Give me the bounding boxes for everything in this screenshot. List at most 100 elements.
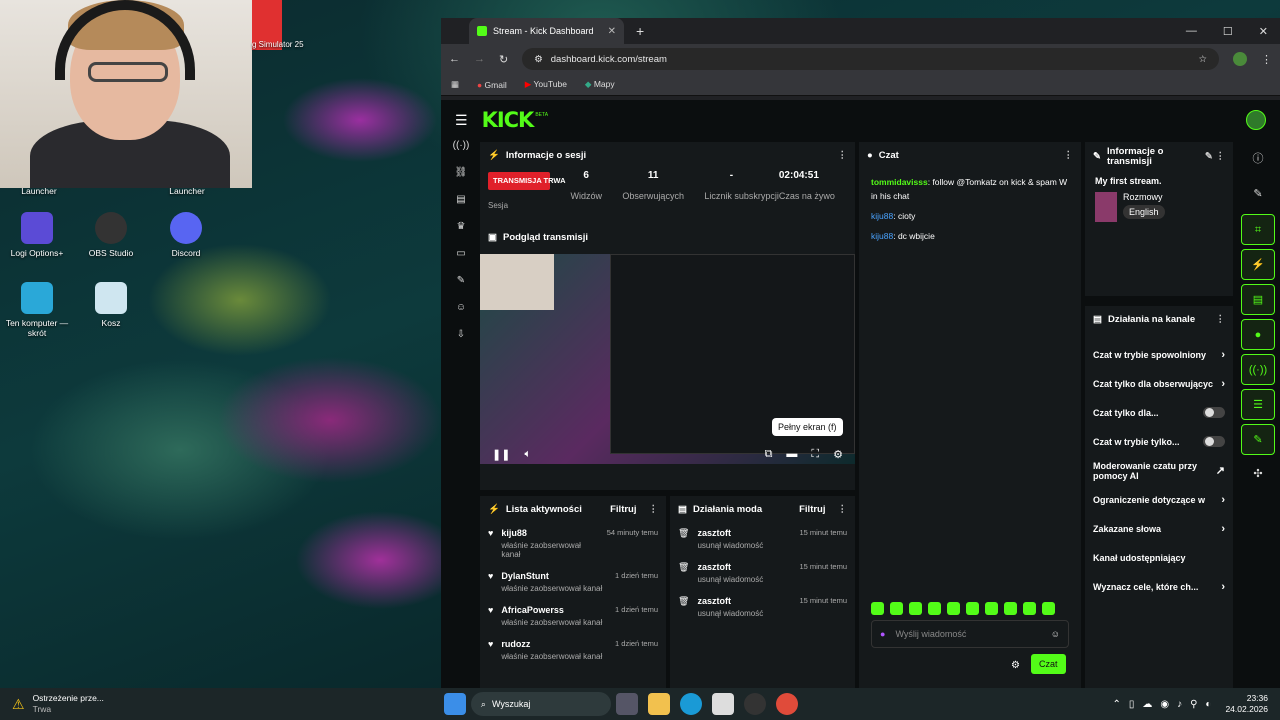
chat-menu-icon[interactable]: ⋮ — [1064, 150, 1074, 161]
link-icon[interactable]: ⛓ — [449, 167, 473, 194]
menu-icon[interactable]: ⋮ — [1261, 53, 1272, 66]
desktop-icon-computer[interactable]: Ten komputer — skrót — [0, 282, 76, 338]
emote-only-toggle[interactable] — [1203, 436, 1225, 447]
emote-icon[interactable] — [871, 602, 884, 615]
video-icon[interactable]: ▭ — [449, 248, 473, 275]
users-icon[interactable]: ☺ — [449, 302, 473, 329]
start-button[interactable] — [443, 693, 466, 715]
chrome-icon[interactable] — [775, 693, 798, 715]
trophy-icon[interactable]: ♛ — [449, 221, 473, 248]
bookmark-star-icon[interactable]: ☆ — [1198, 54, 1207, 65]
action-restriction[interactable]: Ograniczenie dotyczące w › — [1085, 485, 1233, 514]
apps-grid-icon[interactable]: ✣ — [1241, 459, 1275, 490]
action-hosting[interactable]: Kanał udostępniający — [1085, 543, 1233, 572]
bookmark-youtube[interactable]: ▶ YouTube — [525, 79, 567, 90]
emote-icon[interactable] — [985, 602, 998, 615]
explorer-icon[interactable] — [647, 693, 670, 715]
action-subs-only[interactable]: Czat tylko dla... — [1085, 398, 1233, 427]
volume-icon[interactable]: 🔈︎ — [524, 448, 531, 461]
chat-icon: ● — [867, 149, 873, 161]
pause-icon[interactable]: ❚❚ — [492, 448, 510, 461]
forward-icon[interactable]: → — [474, 53, 485, 65]
pip-icon[interactable]: ⧉ — [765, 448, 773, 461]
activity-filter-button[interactable]: Filtruj — [610, 504, 636, 515]
hamburger-menu-icon[interactable]: ☰ — [455, 112, 468, 129]
user-avatar[interactable] — [1246, 110, 1266, 130]
activity-menu-icon[interactable]: ⋮ — [649, 504, 659, 515]
scan-icon[interactable]: ⌗ — [1241, 214, 1275, 245]
wrench-icon[interactable]: ✎ — [1241, 424, 1275, 455]
stream-icon[interactable]: ((·)) — [449, 140, 473, 167]
maximize-button[interactable]: ☐ — [1223, 25, 1233, 38]
clip-icon[interactable]: ▬ — [786, 448, 797, 460]
desktop-icon-launcher-2[interactable]: Launcher — [148, 186, 226, 196]
action-goals[interactable]: Wyznacz cele, które ch... › — [1085, 572, 1233, 601]
action-banned-words[interactable]: Zakazane słowa › — [1085, 514, 1233, 543]
mic-icon[interactable]: ● — [880, 629, 885, 639]
minimize-button[interactable]: — — [1186, 25, 1197, 38]
taskbar-search[interactable]: ⌕ Wyszukaj — [470, 692, 611, 716]
session-menu-icon[interactable]: ⋮ — [838, 150, 848, 161]
obs-taskbar-icon[interactable] — [743, 693, 766, 715]
new-tab-button[interactable]: + — [636, 23, 644, 39]
action-slow-mode[interactable]: Czat w trybie spowolniony › — [1085, 340, 1233, 369]
reload-icon[interactable]: ↻ — [499, 53, 508, 66]
desktop-icon-recycle-bin[interactable]: Kosz — [72, 282, 150, 328]
list-icon[interactable]: ☰ — [1241, 389, 1275, 420]
close-window-button[interactable]: ✕ — [1259, 25, 1268, 38]
action-emote-only[interactable]: Czat w trybie tylko... — [1085, 427, 1233, 456]
stats-icon[interactable]: ▤ — [449, 194, 473, 221]
export-icon[interactable]: ⇩ — [449, 329, 473, 356]
chat-input[interactable]: ● Wyślij wiadomość ☺ — [871, 620, 1069, 648]
emote-icon[interactable] — [1042, 602, 1055, 615]
emote-icon[interactable] — [909, 602, 922, 615]
lightning-icon[interactable]: ⚡ — [1241, 249, 1275, 280]
edge-icon[interactable] — [679, 693, 702, 715]
chat-bubble-icon[interactable]: ● — [1241, 319, 1275, 350]
subs-only-toggle[interactable] — [1203, 407, 1225, 418]
store-icon[interactable] — [711, 693, 734, 715]
emoji-icon[interactable]: ☺ — [1051, 629, 1060, 639]
address-bar[interactable]: ⚙ dashboard.kick.com/stream ☆ — [522, 48, 1219, 70]
mod-menu-icon[interactable]: ⋮ — [838, 504, 848, 515]
apps-icon[interactable]: ▦ — [451, 79, 459, 90]
warning-notification[interactable]: Ostrzeżenie prze... Trwa — [33, 693, 104, 715]
emote-icon[interactable] — [947, 602, 960, 615]
pencil-icon[interactable]: ✎ — [1241, 179, 1275, 210]
info-icon[interactable]: ⓘ — [1241, 144, 1275, 175]
stat-live-time: 02:04:51 Czas na żywo — [778, 170, 835, 201]
emote-icon[interactable] — [966, 602, 979, 615]
back-icon[interactable]: ← — [449, 53, 460, 65]
profile-avatar[interactable] — [1233, 52, 1247, 66]
tools-icon[interactable]: ✎ — [449, 275, 473, 302]
chat-message: tommidavisss: follow @Tomkatz on kick & … — [871, 177, 1068, 201]
mod-filter-button[interactable]: Filtruj — [799, 504, 825, 515]
list-item: ♥ kiju88 właśnie zaobserwował kanał 54 minu… — [488, 528, 658, 559]
desktop-icon-logi[interactable]: Logi Options+ — [0, 212, 76, 258]
emote-icon[interactable] — [1004, 602, 1017, 615]
channel-menu-icon[interactable]: ⋮ — [1216, 314, 1226, 325]
fullscreen-icon[interactable]: ⛶ — [811, 448, 819, 461]
bookmark-maps[interactable]: ◆ Mapy — [585, 79, 615, 90]
action-followers-only[interactable]: Czat tylko dla obserwującyc › — [1085, 369, 1233, 398]
chat-settings-icon[interactable]: ⚙ — [1011, 660, 1020, 671]
chat-send-button[interactable]: Czat — [1031, 654, 1066, 674]
emote-icon[interactable] — [928, 602, 941, 615]
tray-area[interactable]: ⌃▯☁◉♪⚲◐ — [1112, 699, 1219, 710]
stream-preview-video[interactable]: Pełny ekran (f) ❚❚ 🔈︎ ⧉ ▬ ⛶ ⚙ — [480, 254, 855, 464]
desktop-icon-launcher[interactable]: Launcher — [0, 186, 78, 196]
desktop-icon-discord[interactable]: Discord — [147, 212, 225, 258]
browser-tab[interactable]: Stream - Kick Dashboard ✕ — [469, 18, 624, 44]
edit-info-icon[interactable]: ✎ ⋮ — [1205, 152, 1225, 162]
emote-icon[interactable] — [890, 602, 903, 615]
desktop-icon-obs[interactable]: OBS Studio — [72, 212, 150, 258]
action-ai-moderation[interactable]: Moderowanie czatu przy pomocy AI ↗ — [1085, 456, 1233, 485]
broadcast-icon[interactable]: ((·)) — [1241, 354, 1275, 385]
settings-icon[interactable]: ⚙ — [833, 448, 843, 461]
task-view-icon[interactable] — [615, 693, 638, 715]
close-tab-icon[interactable]: ✕ — [608, 26, 616, 37]
bookmark-gmail[interactable]: ● Gmail — [477, 80, 507, 90]
clock[interactable]: 23:36 24.02.2026 — [1225, 693, 1268, 715]
document-icon[interactable]: ▤ — [1241, 284, 1275, 315]
emote-icon[interactable] — [1023, 602, 1036, 615]
